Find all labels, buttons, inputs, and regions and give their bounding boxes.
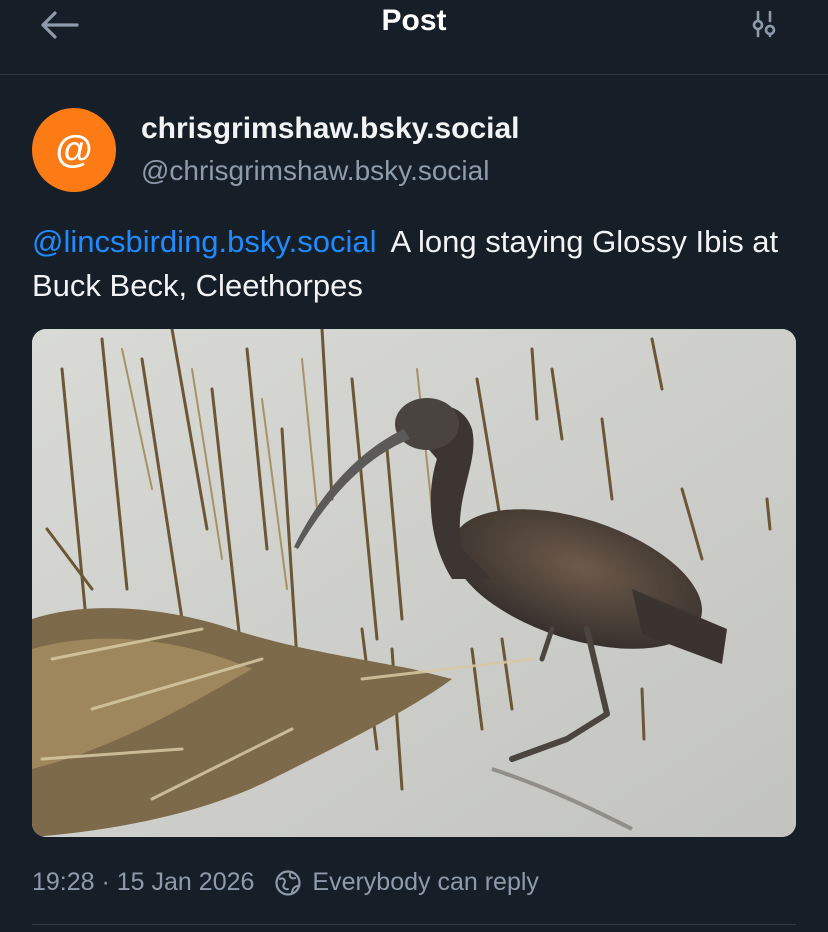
glossy-ibis-photo: [32, 329, 796, 837]
post-image[interactable]: [32, 329, 796, 837]
post-body: @lincsbirding.bsky.social A long staying …: [32, 220, 802, 308]
thread-settings-button[interactable]: [742, 4, 786, 44]
reply-setting-label: Everybody can reply: [312, 868, 539, 896]
page-title: Post: [381, 4, 447, 37]
globe-icon: [275, 869, 302, 896]
post-meta: 19:28 · 15 Jan 2026 Everybody can reply: [32, 868, 539, 897]
reply-setting[interactable]: Everybody can reply: [274, 868, 539, 897]
sliders-icon: [752, 10, 776, 38]
author-handle[interactable]: @chrisgrimshaw.bsky.social: [141, 155, 489, 187]
top-bar: Post: [0, 0, 828, 75]
mention-link[interactable]: @lincsbirding.bsky.social: [32, 224, 376, 259]
divider: [32, 924, 796, 925]
author-display-name[interactable]: chrisgrimshaw.bsky.social: [141, 112, 520, 146]
avatar-glyph: @: [55, 128, 93, 171]
avatar[interactable]: @: [32, 108, 116, 192]
post-timestamp: 19:28 · 15 Jan 2026: [32, 868, 255, 896]
